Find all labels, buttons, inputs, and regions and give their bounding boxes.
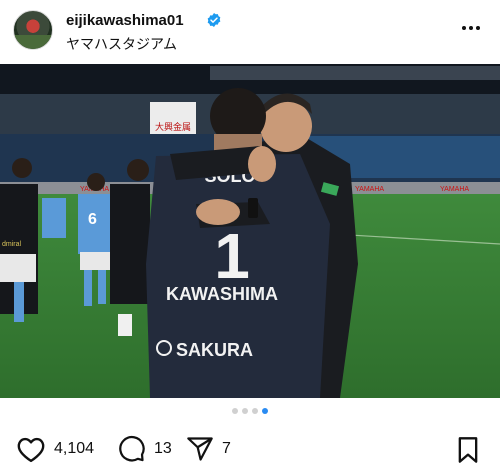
share-count[interactable]: 7 — [222, 440, 231, 458]
action-bar: 4,104 13 7 — [0, 430, 500, 470]
ad-board-text-3: YAMAHA — [440, 186, 469, 193]
carousel-dot[interactable] — [252, 408, 258, 414]
post-header: eijikawashima01 ヤマハスタジアム — [0, 0, 500, 64]
send-icon — [187, 437, 213, 461]
more-options-icon[interactable] — [462, 20, 484, 36]
jersey-sponsor: SAKURA — [176, 340, 253, 360]
carousel-dot[interactable] — [242, 408, 248, 414]
carousel-indicator — [0, 408, 500, 418]
verified-badge-icon — [207, 13, 221, 27]
jersey-name: KAWASHIMA — [166, 284, 278, 304]
stadium-sign-text: 大興金属 — [155, 121, 191, 133]
heart-icon — [17, 437, 45, 463]
bench-label: dmiral — [2, 241, 22, 248]
jersey-number: 1 — [214, 220, 250, 292]
like-count[interactable]: 4,104 — [54, 440, 94, 458]
username[interactable]: eijikawashima01 — [66, 12, 184, 29]
comment-count[interactable]: 13 — [154, 440, 172, 458]
away-number: 6 — [88, 211, 97, 228]
like-button[interactable]: 4,104 — [16, 434, 94, 464]
carousel-dot[interactable] — [232, 408, 238, 414]
ad-board-text-2: YAMAHA — [355, 186, 384, 193]
share-button[interactable]: 7 — [186, 434, 231, 464]
carousel-dot-active[interactable] — [262, 408, 268, 414]
avatar[interactable] — [13, 10, 53, 50]
comment-button[interactable]: 13 — [118, 434, 172, 464]
comment-icon — [119, 435, 145, 462]
bookmark-icon — [458, 437, 478, 463]
post-photo[interactable]: 大興金属 YAMAHA YAMAHA YAMAHA dmiral 6 — [0, 64, 500, 398]
save-button[interactable] — [456, 436, 480, 469]
location[interactable]: ヤマハスタジアム — [66, 34, 177, 54]
